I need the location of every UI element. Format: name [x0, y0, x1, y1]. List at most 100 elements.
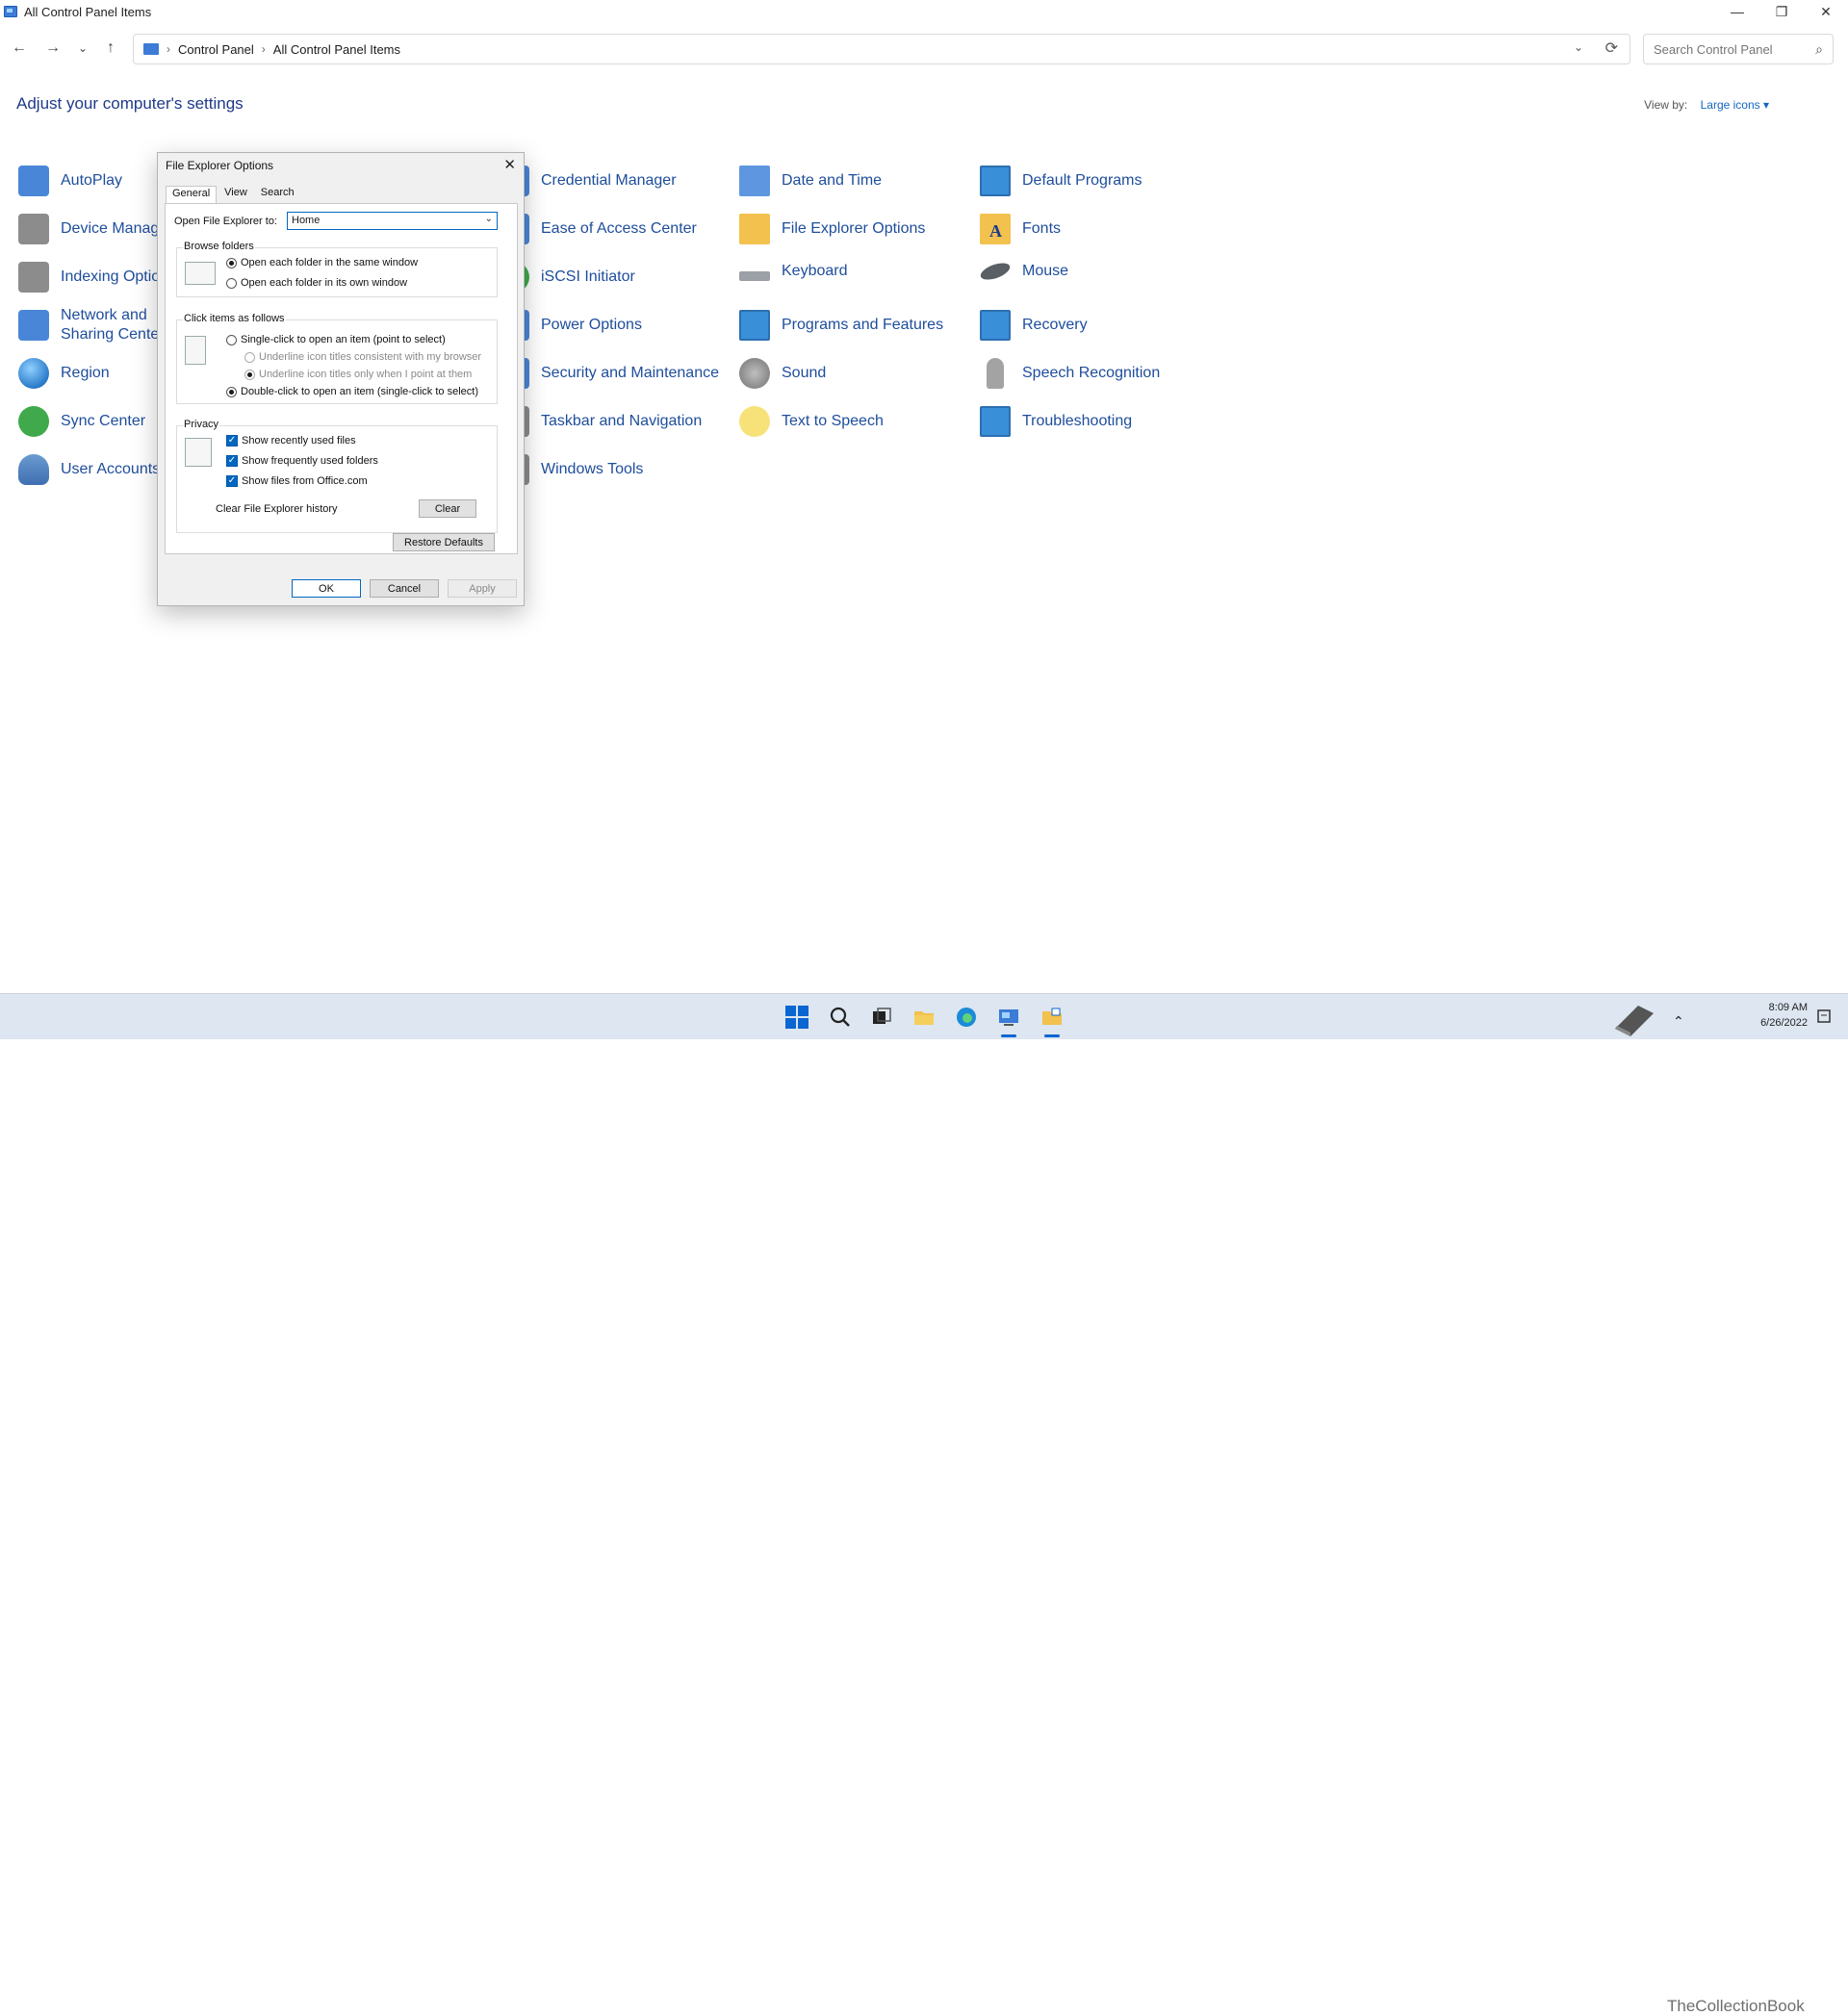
cp-item-indexing-options[interactable]: Indexing Options	[18, 262, 176, 293]
search-input[interactable]	[1652, 40, 1806, 58]
radio-button	[226, 257, 237, 268]
open-to-select[interactable]: Home ⌄	[287, 212, 498, 230]
apply-button[interactable]: Apply	[448, 579, 517, 598]
clock-date[interactable]: 6/26/2022	[1742, 1017, 1808, 1029]
chevron-down-icon: ⌄	[484, 214, 493, 224]
task-view-icon[interactable]	[870, 1006, 893, 1029]
checkbox: ✓	[226, 475, 238, 487]
speaker-icon	[739, 358, 770, 389]
troubleshooting-icon	[980, 406, 1011, 437]
close-icon[interactable]: ✕	[503, 156, 516, 173]
underline-browser-radio[interactable]: Underline icon titles consistent with my…	[244, 351, 481, 363]
tray-chevron-icon[interactable]: ⌃	[1673, 1013, 1684, 1030]
cp-item-recovery[interactable]: Recovery	[980, 310, 1088, 341]
cp-item-speech-recognition[interactable]: Speech Recognition	[980, 358, 1160, 389]
cp-item-file-explorer-options[interactable]: File Explorer Options	[739, 214, 925, 244]
chevron-down-icon[interactable]: ⌄	[1574, 40, 1583, 54]
cp-item-programs-features[interactable]: Programs and Features	[739, 310, 943, 341]
underline-point-radio[interactable]: Underline icon titles only when I point …	[244, 369, 472, 380]
cancel-button[interactable]: Cancel	[370, 579, 439, 598]
control-panel-taskbar-icon[interactable]	[997, 1006, 1020, 1029]
file-explorer-icon[interactable]	[912, 1006, 936, 1029]
folder-options-taskbar-icon[interactable]	[1040, 1006, 1064, 1029]
cp-item-autoplay[interactable]: AutoPlay	[18, 166, 122, 196]
cp-item-credential-manager[interactable]: Credential Manager	[499, 166, 677, 196]
recovery-icon	[980, 310, 1011, 341]
dialog-tabs: General View Search	[166, 186, 302, 203]
clock-time[interactable]: 8:09 AM	[1758, 1002, 1808, 1013]
close-button[interactable]: ✕	[1804, 0, 1848, 23]
frequent-folders-checkbox[interactable]: ✓ Show frequently used folders	[226, 455, 378, 467]
up-arrow-icon[interactable]: ↑	[99, 37, 122, 60]
double-click-radio[interactable]: Double-click to open an item (single-cli…	[226, 386, 478, 397]
active-indicator	[1044, 1034, 1060, 1037]
refresh-icon[interactable]: ⟳	[1605, 38, 1618, 58]
window-title: All Control Panel Items	[24, 4, 152, 19]
cp-item-default-programs[interactable]: Default Programs	[980, 166, 1142, 196]
cp-item-network-sharing[interactable]: Network and Sharing Center	[18, 306, 172, 345]
browse-same-window-radio[interactable]: Open each folder in the same window	[226, 257, 418, 268]
single-click-radio[interactable]: Single-click to open an item (point to s…	[226, 334, 446, 345]
view-by: View by: Large icons ▾	[1644, 98, 1769, 112]
checkbox: ✓	[226, 455, 238, 467]
cp-item-region[interactable]: Region	[18, 358, 110, 389]
restore-defaults-button[interactable]: Restore Defaults	[393, 533, 495, 551]
default-programs-icon	[980, 166, 1011, 196]
browse-own-window-radio[interactable]: Open each folder in its own window	[226, 277, 407, 289]
breadcrumb-all-items[interactable]: All Control Panel Items	[273, 42, 400, 57]
browse-folders-icon	[185, 262, 216, 285]
minimize-button[interactable]: —	[1715, 0, 1759, 23]
breadcrumb-separator: ›	[261, 42, 266, 56]
cp-item-fonts[interactable]: Fonts	[980, 214, 1061, 244]
taskbar: ⌃ TheCollectionBook 8:09 AM 6/26/2022	[0, 993, 1848, 2015]
back-arrow-icon[interactable]: ←	[8, 37, 31, 60]
control-panel-icon	[143, 43, 159, 55]
device-manager-icon	[18, 214, 49, 244]
recent-files-checkbox[interactable]: ✓ Show recently used files	[226, 435, 356, 447]
cp-item-date-time[interactable]: Date and Time	[739, 166, 882, 196]
cp-item-keyboard[interactable]: Keyboard	[739, 262, 848, 281]
keyboard-icon	[739, 271, 770, 281]
sync-icon	[18, 406, 49, 437]
general-tab-panel: Open File Explorer to: Home ⌄ Browse fol…	[165, 203, 518, 554]
cp-item-sync-center[interactable]: Sync Center	[18, 406, 145, 437]
cp-item-sound[interactable]: Sound	[739, 358, 826, 389]
recent-locations-icon[interactable]: ⌄	[71, 37, 94, 60]
search-icon[interactable]: ⌕	[1815, 41, 1823, 58]
radio-button	[244, 369, 255, 380]
cp-item-device-manager[interactable]: Device Manager	[18, 214, 173, 244]
office-files-checkbox[interactable]: ✓ Show files from Office.com	[226, 475, 368, 487]
file-explorer-options-dialog: File Explorer Options ✕ General View Sea…	[157, 152, 525, 606]
clear-history-button[interactable]: Clear	[419, 499, 476, 518]
windows-start-icon[interactable]	[785, 1006, 808, 1029]
ok-button[interactable]: OK	[292, 579, 361, 598]
radio-button	[226, 386, 237, 397]
cp-item-mouse[interactable]: Mouse	[978, 259, 1068, 284]
open-to-label: Open File Explorer to:	[174, 216, 277, 227]
address-bar[interactable]: › Control Panel › All Control Panel Item…	[133, 34, 1630, 64]
cp-item-ease-of-access[interactable]: Ease of Access Center	[499, 214, 697, 244]
edge-browser-icon[interactable]	[955, 1006, 978, 1029]
cp-item-text-to-speech[interactable]: Text to Speech	[739, 406, 884, 437]
tab-general[interactable]: General	[166, 186, 218, 203]
cp-item-security-maintenance[interactable]: Security and Maintenance	[499, 358, 719, 389]
title-bar: All Control Panel Items — ❐ ✕	[0, 0, 1848, 23]
tab-search[interactable]: Search	[255, 186, 300, 203]
privacy-icon	[185, 438, 212, 467]
browse-folders-group: Browse folders Open each folder in the s…	[176, 241, 498, 297]
cp-item-troubleshooting[interactable]: Troubleshooting	[980, 406, 1132, 437]
tab-view[interactable]: View	[218, 186, 253, 203]
breadcrumb-control-panel[interactable]: Control Panel	[178, 42, 254, 57]
dialog-title: File Explorer Options	[166, 159, 274, 172]
restore-button[interactable]: ❐	[1759, 0, 1804, 23]
view-by-dropdown[interactable]: Large icons ▾	[1701, 98, 1769, 112]
open-to-value: Home	[292, 215, 321, 226]
window-controls: — ❐ ✕	[1715, 0, 1848, 23]
search-box[interactable]: ⌕	[1643, 34, 1834, 64]
running-indicator	[1001, 1034, 1016, 1037]
search-icon[interactable]	[829, 1006, 852, 1029]
cp-item-taskbar-navigation[interactable]: Taskbar and Navigation	[499, 406, 702, 437]
notification-icon[interactable]	[1815, 1008, 1833, 1025]
cp-item-user-accounts[interactable]: User Accounts	[18, 454, 160, 485]
forward-arrow-icon[interactable]: →	[41, 37, 64, 60]
